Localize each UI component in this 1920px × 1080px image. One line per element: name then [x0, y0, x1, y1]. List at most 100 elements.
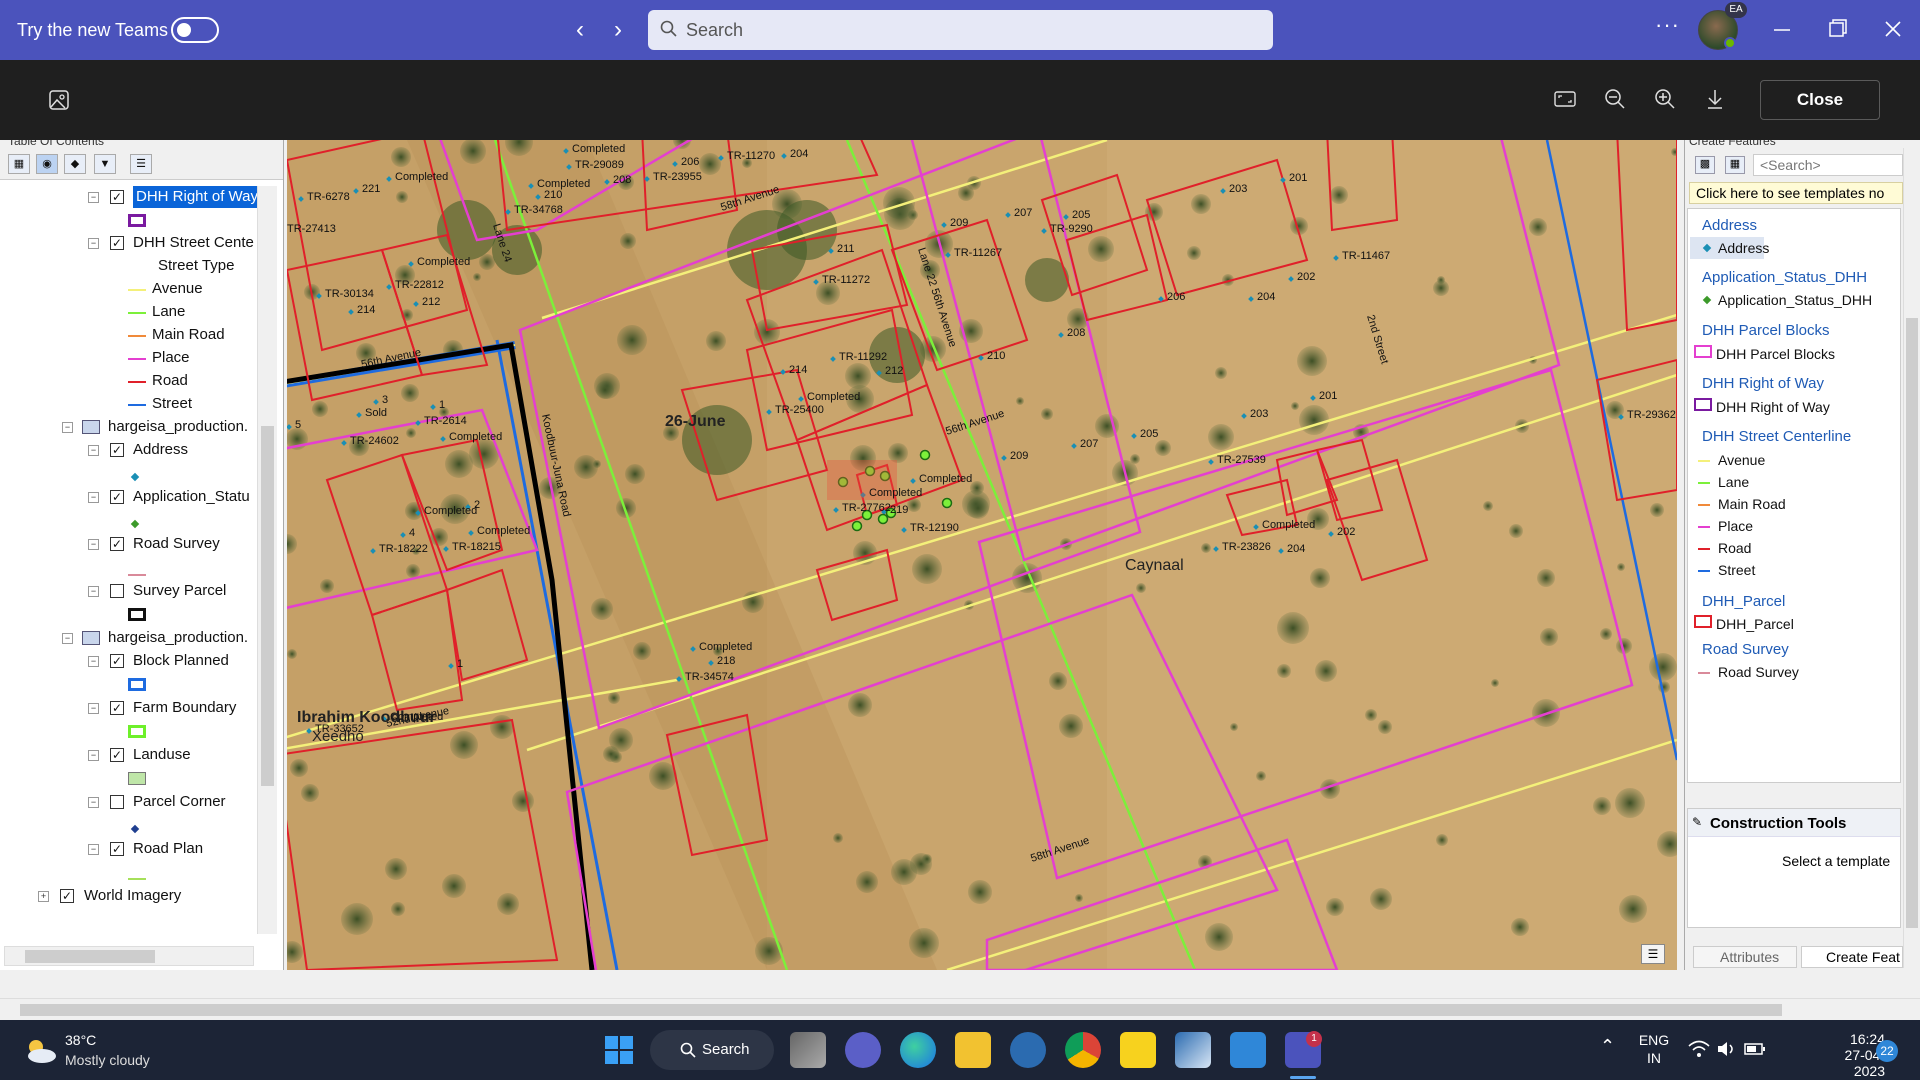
layer-checkbox[interactable]: ✓ [110, 748, 124, 762]
layer-checkbox[interactable]: ✓ [110, 236, 124, 250]
template-street[interactable]: Street [1718, 562, 1755, 578]
sticky-notes-icon[interactable] [1120, 1032, 1156, 1068]
list-by-selection-icon[interactable]: ▼ [94, 154, 116, 174]
create-features-tab[interactable]: Create Feat [1801, 946, 1903, 968]
edge-browser-icon[interactable] [900, 1032, 936, 1068]
arcmap-icon[interactable] [1175, 1032, 1211, 1068]
image-icon[interactable] [48, 89, 70, 111]
collapse-icon[interactable]: − [88, 844, 99, 855]
template-search-input[interactable]: <Search> [1753, 154, 1903, 176]
weather-temperature[interactable]: 38°C [65, 1032, 96, 1048]
more-options-icon[interactable]: ··· [1655, 12, 1680, 38]
layer-checkbox[interactable]: ✓ [110, 537, 124, 551]
layer-checkbox[interactable] [110, 795, 124, 809]
options-icon[interactable]: ☰ [130, 154, 152, 174]
scroll-thumb[interactable] [20, 1004, 1782, 1016]
filter-icon[interactable]: ▦ [1725, 156, 1745, 174]
list-by-source-icon[interactable]: ◉ [36, 154, 58, 174]
layer-checkbox[interactable]: ✓ [110, 490, 124, 504]
parcel-label: 204 [1287, 543, 1305, 555]
layer-checkbox[interactable]: ✓ [110, 190, 124, 204]
zoom-in-icon[interactable] [1654, 88, 1676, 110]
file-explorer-icon[interactable] [955, 1032, 991, 1068]
close-window-icon[interactable] [1883, 14, 1903, 44]
screenshot-horizontal-scrollbar[interactable] [0, 998, 1920, 1020]
template-right-of-way[interactable]: DHH Right of Way [1716, 399, 1830, 415]
collapse-icon[interactable]: − [88, 703, 99, 714]
collapse-icon[interactable]: − [88, 492, 99, 503]
collapse-icon[interactable]: − [88, 750, 99, 761]
layer-checkbox[interactable]: ✓ [110, 842, 124, 856]
task-view-icon[interactable] [790, 1032, 826, 1068]
show-hidden-icons-icon[interactable]: ⌃ [1600, 1036, 1615, 1057]
windows-start-icon[interactable] [605, 1036, 633, 1064]
map-canvas[interactable]: 58th Avenue 56th Avenue 52nd Avenue 58th… [287, 140, 1677, 970]
map-svg[interactable]: 58th Avenue 56th Avenue 52nd Avenue 58th… [287, 140, 1677, 970]
scroll-thumb[interactable] [25, 950, 155, 963]
chrome-browser-icon[interactable] [1065, 1032, 1101, 1068]
template-road-survey[interactable]: Road Survey [1718, 664, 1799, 680]
collapse-icon[interactable]: − [88, 539, 99, 550]
back-arrow-icon[interactable]: ‹ [576, 16, 584, 44]
template-lane[interactable]: Lane [1718, 474, 1749, 490]
template-address[interactable]: Address [1718, 240, 1769, 256]
zoom-out-icon[interactable] [1604, 88, 1626, 110]
expand-icon[interactable]: + [38, 891, 49, 902]
arcgis-catalog-icon[interactable] [1010, 1032, 1046, 1068]
layer-label: World Imagery [84, 887, 182, 904]
language-indicator[interactable]: ENG IN [1636, 1031, 1672, 1067]
system-clock[interactable]: 16:24 27-04-2023 [1815, 1031, 1885, 1079]
download-icon[interactable] [1704, 88, 1726, 110]
weather-description[interactable]: Mostly cloudy [65, 1052, 150, 1068]
volume-icon[interactable] [1716, 1040, 1738, 1058]
templates-hint[interactable]: Click here to see templates no [1689, 182, 1903, 204]
collapse-icon[interactable]: − [88, 656, 99, 667]
notification-count-badge[interactable]: 22 [1876, 1040, 1898, 1062]
template-parcel[interactable]: DHH_Parcel [1716, 616, 1794, 632]
layer-checkbox[interactable]: ✓ [110, 654, 124, 668]
toc-vertical-scrollbar[interactable] [257, 186, 277, 934]
legend-swatch [130, 472, 140, 482]
layer-checkbox[interactable] [110, 584, 124, 598]
collapse-icon[interactable]: − [88, 586, 99, 597]
taskbar-search-button[interactable]: Search [650, 1030, 774, 1070]
collapse-icon[interactable]: − [88, 192, 99, 203]
restore-icon[interactable] [1828, 14, 1848, 44]
template-application-status[interactable]: Application_Status_DHH [1718, 292, 1872, 308]
teams-chat-icon[interactable] [845, 1032, 881, 1068]
panel-vertical-scrollbar[interactable] [1903, 148, 1919, 968]
toc-horizontal-scrollbar[interactable] [4, 946, 254, 966]
scroll-thumb[interactable] [261, 426, 274, 786]
template-avenue[interactable]: Avenue [1718, 452, 1765, 468]
list-by-visibility-icon[interactable]: ◆ [64, 154, 86, 174]
collapse-icon[interactable]: − [88, 238, 99, 249]
close-viewer-button[interactable]: Close [1760, 80, 1880, 120]
template-main-road[interactable]: Main Road [1718, 496, 1786, 512]
tree-canopy [1230, 723, 1238, 731]
weather-cloud-icon[interactable] [22, 1036, 58, 1066]
collapse-icon[interactable]: − [88, 797, 99, 808]
notepad-icon[interactable] [1230, 1032, 1266, 1068]
list-by-drawing-order-icon[interactable]: ▦ [8, 154, 30, 174]
scroll-thumb[interactable] [1906, 318, 1918, 928]
layer-checkbox[interactable]: ✓ [60, 889, 74, 903]
forward-arrow-icon[interactable]: › [614, 16, 622, 44]
collapse-icon[interactable]: − [62, 633, 73, 644]
template-place[interactable]: Place [1718, 518, 1753, 534]
parcel-label: Completed [390, 711, 443, 723]
new-teams-toggle[interactable] [171, 17, 219, 43]
layer-checkbox[interactable]: ✓ [110, 443, 124, 457]
minimize-icon[interactable] [1772, 14, 1792, 44]
template-road[interactable]: Road [1718, 540, 1751, 556]
attributes-tab[interactable]: Attributes [1693, 946, 1797, 968]
collapse-icon[interactable]: − [62, 422, 73, 433]
collapse-icon[interactable]: − [88, 445, 99, 456]
map-tips-icon[interactable]: ☰ [1641, 944, 1665, 964]
battery-icon[interactable] [1744, 1041, 1766, 1057]
fit-to-screen-icon[interactable] [1554, 88, 1576, 110]
wifi-icon[interactable] [1688, 1040, 1710, 1058]
template-parcel-blocks[interactable]: DHH Parcel Blocks [1716, 346, 1835, 362]
organize-templates-icon[interactable]: ▩ [1695, 156, 1715, 174]
teams-search-input[interactable]: Search [648, 10, 1273, 50]
layer-checkbox[interactable]: ✓ [110, 701, 124, 715]
